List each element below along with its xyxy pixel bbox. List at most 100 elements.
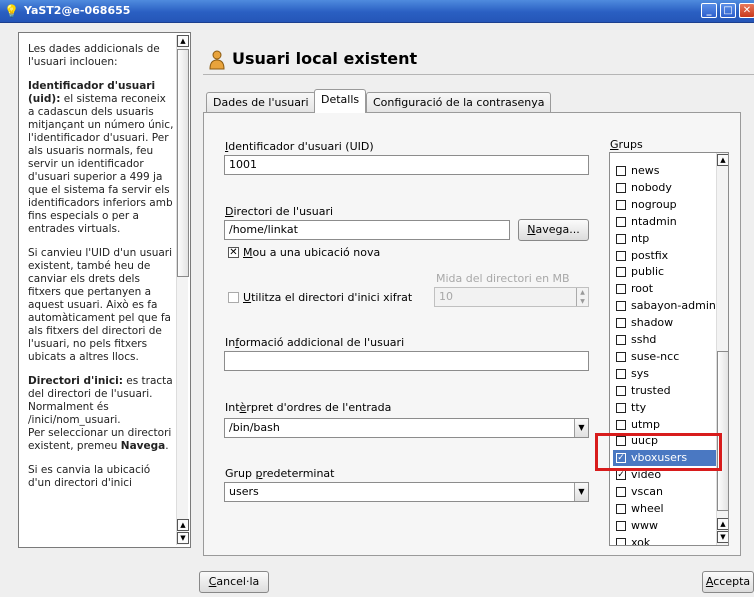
group-item-nogroup[interactable]: nogroup [613,197,717,213]
chevron-down-icon[interactable]: ▼ [574,483,588,501]
group-value: users [229,485,259,498]
group-item-trusted[interactable]: trusted [613,383,717,399]
group-item-root[interactable]: root [613,281,717,297]
help-browse-bold: Navega [120,440,166,452]
group-checkbox[interactable] [616,199,626,210]
uid-input[interactable]: 1001 [224,155,589,175]
group-item-wheel[interactable]: wheel [613,501,717,517]
scroll-down-icon[interactable]: ▼ [717,531,728,543]
group-item-news[interactable]: news [613,163,717,179]
group-checkbox[interactable] [616,419,626,430]
group-label: news [631,164,660,177]
group-checkbox[interactable] [616,233,626,244]
group-label: trusted [631,383,671,397]
chevron-down-icon[interactable]: ▼ [574,419,588,437]
scroll-down-icon[interactable]: ▼ [177,532,189,544]
groups-scroll-thumb[interactable] [717,351,728,511]
window-titlebar[interactable]: 💡 YaST2@e-068655 _ □ ✕ [0,0,754,23]
group-label: suse-ncc [631,349,680,363]
group-checkbox[interactable] [616,520,626,531]
group-checkbox[interactable] [616,504,626,514]
move-to-new-location-checkbox[interactable]: ✕ [228,247,239,258]
group-item-public[interactable]: public [613,264,717,280]
encrypted-home-label: Utilitza el directori d'inici xifrat [243,291,412,304]
group-item-utmp[interactable]: utmp [613,417,717,433]
group-item-ntadmin[interactable]: ntadmin [613,214,717,230]
groups-text: rups [618,138,643,151]
group-item-shadow[interactable]: shadow [613,315,717,331]
additional-info-input[interactable] [224,351,589,371]
spin-arrows-icon[interactable]: ▲ ▼ [576,288,588,306]
group-checkbox[interactable] [616,487,626,498]
help-home-title: Directori d'inici: [28,375,123,387]
group-item-vscan[interactable]: vscan [613,484,717,500]
group-checkbox[interactable] [616,166,626,176]
group-checkbox[interactable] [616,402,626,413]
group-checkbox[interactable] [616,368,626,379]
login-shell-combo[interactable]: /bin/bash ▼ [224,418,589,438]
group-checkbox[interactable]: ✓ [616,470,626,481]
move-text: ou a una ubicació nova [252,246,381,259]
group-item-sabayon-admin[interactable]: sabayon-admin [613,298,717,314]
group-label: root [631,282,654,296]
groups-list[interactable]: news nobody nogroup ntadmin ntp postfix public… [609,152,729,546]
group-item-postfix[interactable]: postfix [613,248,717,264]
group-item-www[interactable]: www [613,518,717,534]
help-home: Directori d'inici: es tracta del directo… [28,375,174,453]
default-group-combo[interactable]: users ▼ [224,482,589,502]
browse-text: avega... [535,223,580,236]
group-item-sshd[interactable]: sshd [613,332,717,348]
groups-label: Grups [610,138,643,151]
group-item-sys[interactable]: sys [613,366,717,382]
cancel-button[interactable]: Cancel·la [199,571,269,593]
group-label: wheel [631,502,664,515]
group-label: utmp [631,417,660,431]
group-checkbox[interactable] [616,250,626,261]
scroll-up-icon[interactable]: ▲ [177,519,189,531]
dir-size-input[interactable]: 10 ▲ ▼ [434,287,589,307]
encrypted-home-checkbox[interactable] [228,292,239,303]
groups-scrollbar[interactable]: ▲ ▲ ▼ [716,153,728,545]
help-scrollbar[interactable]: ▲ ▲ ▼ [176,35,189,545]
cancel-text: ancel·la [216,575,260,588]
group-checkbox[interactable] [616,537,626,545]
group-label: ntp [631,231,650,245]
group-checkbox[interactable] [616,351,626,362]
uid-label: Identificador d'usuari (UID) [225,140,374,153]
close-icon[interactable]: ✕ [739,3,754,18]
browse-button[interactable]: Navega... [518,219,589,241]
move-label: Mou a una ubicació nova [243,246,380,259]
group-item-nobody[interactable]: nobody [613,180,717,196]
group-checkbox[interactable] [616,301,626,312]
scroll-up-icon[interactable]: ▲ [717,154,728,166]
shell-value: /bin/bash [229,421,280,434]
tab-password-settings[interactable]: Configuració de la contrasenya [366,92,552,112]
help-pane[interactable]: Les dades addicionals de l'usuari inclou… [18,32,191,548]
scroll-up-icon[interactable]: ▲ [177,35,189,47]
group-checkbox[interactable] [616,216,626,227]
group-checkbox[interactable] [616,267,626,278]
group-item-tty[interactable]: tty [613,400,717,416]
tab-details[interactable]: Detalls [314,89,367,113]
group-checkbox[interactable] [616,284,626,295]
login-shell-label: Intèrpret d'ordres de l'entrada [225,401,391,414]
group-label: xok [631,535,651,546]
home-dir-input[interactable]: /home/linkat [224,220,510,240]
tab-user-data[interactable]: Dades de l'usuari [206,92,316,112]
group-checkbox[interactable] [616,335,626,345]
scroll-up-icon[interactable]: ▲ [717,518,728,530]
group-checkbox[interactable] [616,182,626,193]
highlight-annotation [595,433,722,471]
additional-info-label: Informació addicional de l'usuari [225,336,404,349]
help-scroll-thumb[interactable] [177,49,189,277]
accept-button[interactable]: Accepta [702,571,754,593]
group-item-xok[interactable]: xok [613,535,717,546]
group-checkbox[interactable] [616,318,626,329]
minimize-icon[interactable]: _ [701,3,717,18]
group-checkbox[interactable] [616,385,626,396]
maximize-icon[interactable]: □ [720,3,736,18]
shell-pre: Int [225,401,240,414]
group-item-suse-ncc[interactable]: suse-ncc [613,349,717,365]
group-label: ntadmin [631,214,677,228]
group-item-ntp[interactable]: ntp [613,231,717,247]
